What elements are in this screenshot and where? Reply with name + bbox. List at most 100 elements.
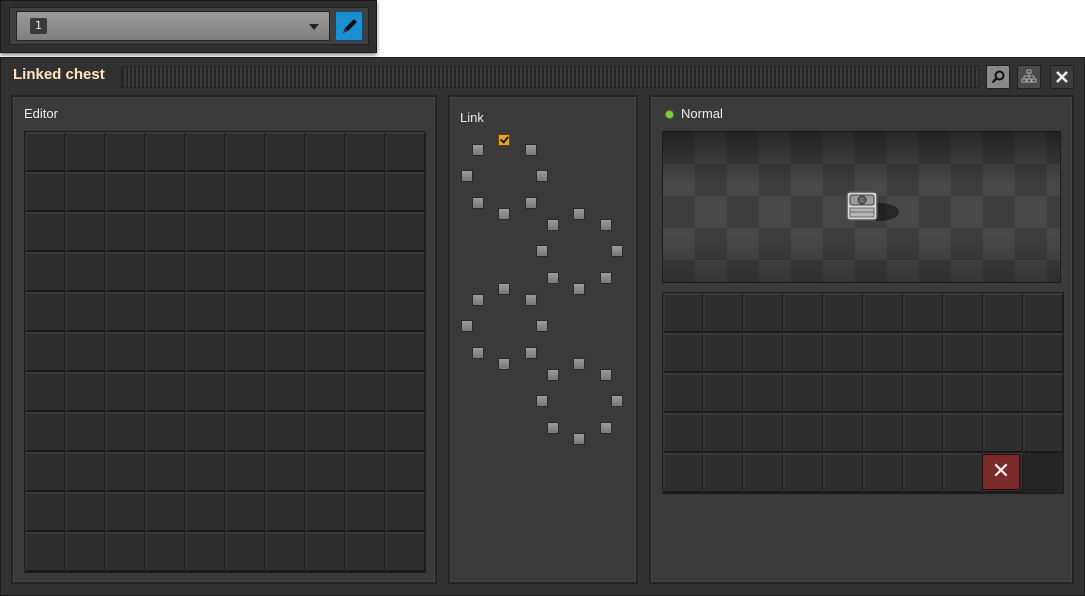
inventory-slot[interactable] — [25, 452, 65, 492]
inventory-slot[interactable] — [105, 452, 145, 492]
inventory-slot[interactable] — [25, 372, 65, 412]
link-bit-checkbox[interactable] — [472, 294, 484, 306]
inventory-slot[interactable] — [703, 293, 743, 333]
inventory-slot[interactable] — [305, 132, 345, 172]
inventory-slot[interactable] — [185, 452, 225, 492]
inventory-slot[interactable] — [65, 372, 105, 412]
inventory-slot[interactable] — [743, 293, 783, 333]
inventory-slot[interactable] — [265, 372, 305, 412]
inventory-slot[interactable] — [943, 333, 983, 373]
inventory-slot[interactable] — [903, 293, 943, 333]
inventory-slot[interactable] — [185, 132, 225, 172]
inventory-slot[interactable] — [345, 172, 385, 212]
link-bit-checkbox[interactable] — [461, 320, 473, 332]
inventory-slot[interactable] — [305, 372, 345, 412]
inventory-slot[interactable] — [145, 212, 185, 252]
inventory-slot[interactable] — [385, 412, 425, 452]
inventory-slot[interactable] — [903, 333, 943, 373]
inventory-slot[interactable] — [663, 453, 703, 493]
inventory-slot[interactable] — [863, 453, 903, 493]
link-bit-checkbox[interactable] — [573, 358, 585, 370]
inventory-slot[interactable] — [305, 532, 345, 572]
inventory-slot[interactable] — [105, 252, 145, 292]
inventory-slot[interactable] — [65, 252, 105, 292]
inventory-slot[interactable] — [145, 492, 185, 532]
inventory-slot[interactable] — [385, 372, 425, 412]
link-bit-checkbox[interactable] — [525, 144, 537, 156]
inventory-slot[interactable] — [823, 453, 863, 493]
inventory-slot[interactable] — [1023, 333, 1063, 373]
inventory-slot[interactable] — [105, 172, 145, 212]
link-bit-checkbox[interactable] — [536, 245, 548, 257]
close-button[interactable] — [1050, 65, 1074, 89]
link-bit-checkbox[interactable] — [600, 272, 612, 284]
inventory-slot[interactable] — [185, 172, 225, 212]
inventory-slot[interactable] — [105, 412, 145, 452]
inventory-slot[interactable] — [943, 453, 983, 493]
link-bit-checkbox[interactable] — [461, 170, 473, 182]
inventory-slot[interactable] — [65, 412, 105, 452]
inventory-slot[interactable] — [1023, 413, 1063, 453]
inventory-slot[interactable] — [943, 373, 983, 413]
inventory-slot[interactable] — [743, 413, 783, 453]
inventory-slot[interactable] — [385, 532, 425, 572]
inventory-slot[interactable] — [265, 532, 305, 572]
inventory-slot[interactable] — [305, 332, 345, 372]
inventory-slot[interactable] — [305, 172, 345, 212]
inventory-slot[interactable] — [225, 332, 265, 372]
link-id-dropdown[interactable]: 1 — [16, 11, 330, 41]
inventory-slot[interactable] — [385, 452, 425, 492]
link-bit-checkbox[interactable] — [611, 395, 623, 407]
inventory-slot[interactable] — [25, 492, 65, 532]
link-bit-checkbox[interactable] — [536, 320, 548, 332]
inventory-slot[interactable] — [385, 172, 425, 212]
window-drag-handle[interactable] — [121, 66, 979, 88]
inventory-slot[interactable] — [65, 332, 105, 372]
inventory-slot[interactable] — [663, 293, 703, 333]
inventory-slot[interactable] — [345, 132, 385, 172]
network-button[interactable] — [1017, 65, 1041, 89]
inventory-slot[interactable] — [145, 372, 185, 412]
inventory-slot[interactable] — [305, 492, 345, 532]
link-bit-checkbox[interactable] — [600, 422, 612, 434]
inventory-slot[interactable] — [225, 132, 265, 172]
inventory-slot[interactable] — [225, 492, 265, 532]
inventory-slot[interactable] — [863, 373, 903, 413]
inventory-slot[interactable] — [65, 212, 105, 252]
link-bit-checkbox[interactable] — [525, 294, 537, 306]
inventory-slot[interactable] — [105, 212, 145, 252]
link-bit-checkbox[interactable] — [472, 197, 484, 209]
inventory-slot[interactable] — [105, 532, 145, 572]
inventory-slot[interactable] — [305, 252, 345, 292]
inventory-slot[interactable] — [783, 413, 823, 453]
inventory-slot[interactable] — [385, 492, 425, 532]
inventory-slot[interactable] — [1023, 293, 1063, 333]
inventory-slot[interactable] — [265, 212, 305, 252]
inventory-slot[interactable] — [943, 413, 983, 453]
inventory-slot[interactable] — [703, 373, 743, 413]
link-bit-checkbox[interactable] — [547, 369, 559, 381]
link-bit-checkbox[interactable] — [525, 197, 537, 209]
inventory-slot[interactable] — [25, 132, 65, 172]
inventory-slot[interactable] — [145, 332, 185, 372]
search-button[interactable] — [986, 65, 1010, 89]
inventory-slot[interactable] — [863, 333, 903, 373]
inventory-slot[interactable] — [25, 332, 65, 372]
inventory-slot[interactable] — [185, 412, 225, 452]
inventory-slot[interactable] — [105, 132, 145, 172]
link-bit-checkbox[interactable] — [573, 433, 585, 445]
inventory-slot[interactable] — [225, 172, 265, 212]
inventory-slot[interactable] — [25, 412, 65, 452]
entity-preview[interactable] — [662, 131, 1061, 283]
inventory-slot[interactable] — [385, 252, 425, 292]
inventory-slot[interactable] — [983, 293, 1023, 333]
inventory-slot[interactable] — [145, 132, 185, 172]
inventory-slot[interactable] — [385, 212, 425, 252]
inventory-slot[interactable] — [225, 252, 265, 292]
inventory-slot[interactable] — [823, 413, 863, 453]
inventory-slot[interactable] — [265, 252, 305, 292]
link-bit-checkbox[interactable] — [547, 272, 559, 284]
inventory-slot[interactable] — [863, 413, 903, 453]
link-bit-checkbox[interactable] — [498, 283, 510, 295]
inventory-slot[interactable] — [783, 333, 823, 373]
